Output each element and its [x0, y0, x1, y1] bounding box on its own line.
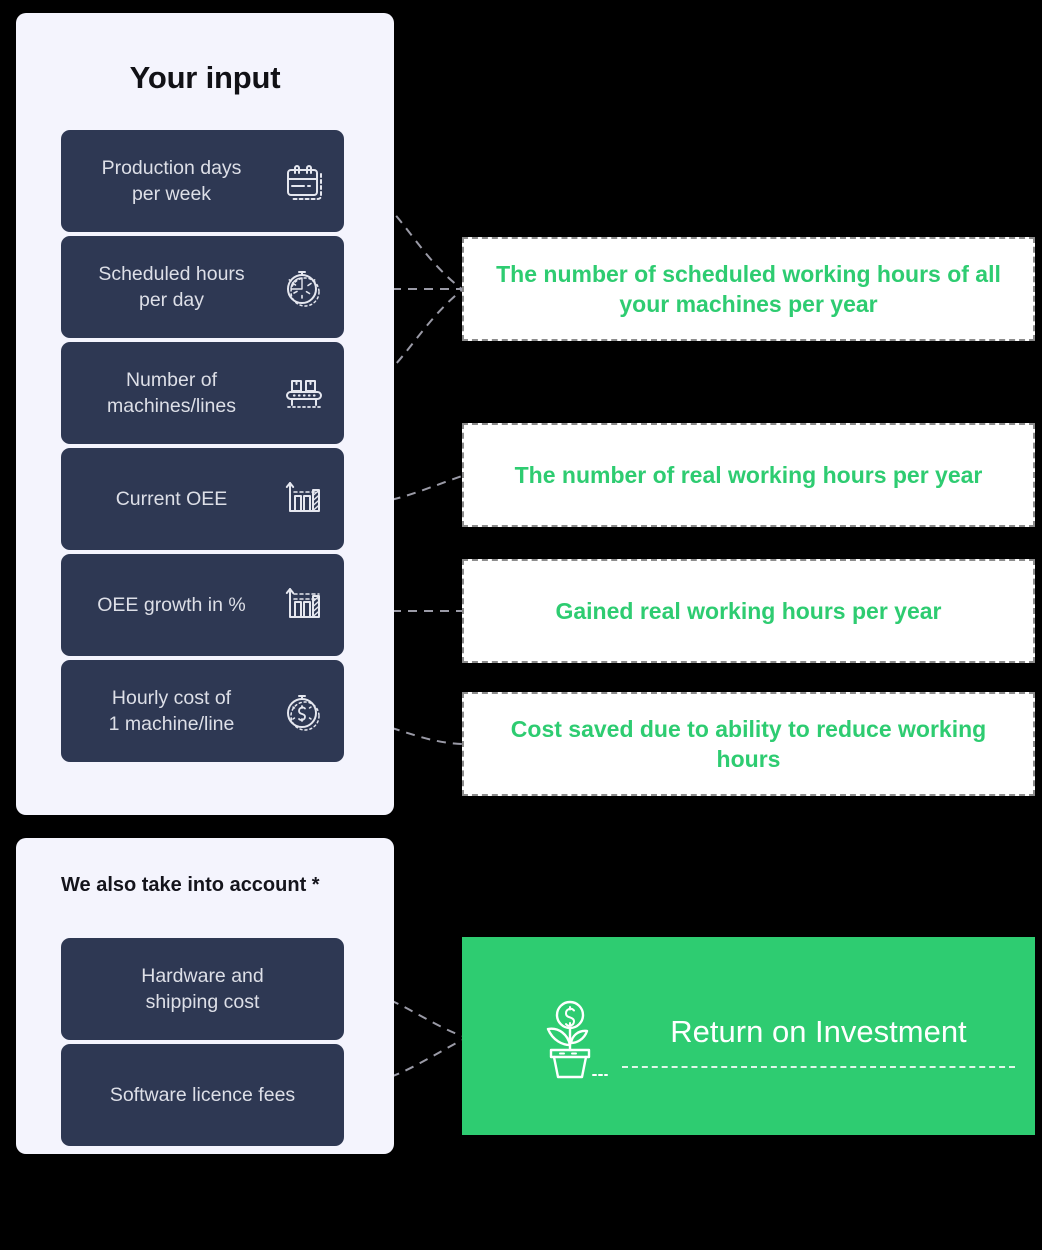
- outcome-box-cost-saved: Cost saved due to ability to reduce work…: [462, 692, 1035, 796]
- input-card-scheduled-hours[interactable]: Scheduled hours per day: [61, 236, 344, 338]
- input-card-label: Number of machines/lines: [107, 368, 236, 417]
- outcome-box-scheduled-hours: The number of scheduled working hours of…: [462, 237, 1035, 341]
- additional-factors-title: We also take into account *: [61, 874, 320, 896]
- outcome-text: The number of scheduled working hours of…: [496, 260, 1001, 317]
- extra-card-label: Software licence fees: [109, 1083, 296, 1106]
- extra-card-label: Hardware and shipping cost: [141, 964, 264, 1013]
- extra-card-hardware-cost[interactable]: Hardware and shipping cost: [61, 938, 344, 1040]
- input-card-label: Production days per week: [101, 156, 242, 205]
- bar-chart-growth-icon: [276, 577, 332, 633]
- bar-chart-growth-icon: [276, 471, 332, 527]
- return-on-investment-banner: Return on Investment: [462, 937, 1035, 1135]
- page-title: Your input: [129, 60, 281, 95]
- outcome-text: Gained real working hours per year: [555, 597, 942, 624]
- input-card-label: Hourly cost of 1 machine/line: [108, 686, 235, 735]
- outcome-box-real-hours: The number of real working hours per yea…: [462, 423, 1035, 527]
- money-plant-icon: [524, 990, 616, 1082]
- extra-card-software-fees[interactable]: Software licence fees: [61, 1044, 344, 1146]
- input-card-machines[interactable]: Number of machines/lines: [61, 342, 344, 444]
- input-card-list: Production days per week Scheduled hours p…: [61, 130, 344, 766]
- roi-underline: [622, 1066, 1015, 1068]
- additional-card-list: Hardware and shipping cost Software licen…: [61, 938, 344, 1150]
- input-card-label: OEE growth in %: [97, 593, 246, 616]
- outcome-text: The number of real working hours per yea…: [514, 461, 983, 488]
- diagram-stage: Your input Production days per week Sched…: [0, 0, 1042, 1250]
- stopwatch-icon: [276, 259, 332, 315]
- outcome-box-gained-hours: Gained real working hours per year: [462, 559, 1035, 663]
- calendar-icon: [276, 153, 332, 209]
- conveyor-belt-icon: [276, 365, 332, 421]
- input-card-current-oee[interactable]: Current OEE: [61, 448, 344, 550]
- input-card-label: Current OEE: [115, 487, 228, 510]
- roi-label-wrap: Return on Investment: [622, 990, 1015, 1082]
- input-card-label: Scheduled hours per day: [98, 262, 245, 311]
- stopwatch-dollar-icon: [276, 683, 332, 739]
- roi-label: Return on Investment: [670, 1013, 967, 1049]
- input-card-production-days[interactable]: Production days per week: [61, 130, 344, 232]
- input-card-oee-growth[interactable]: OEE growth in %: [61, 554, 344, 656]
- outcome-text: Cost saved due to ability to reduce work…: [510, 715, 987, 772]
- input-card-hourly-cost[interactable]: Hourly cost of 1 machine/line: [61, 660, 344, 762]
